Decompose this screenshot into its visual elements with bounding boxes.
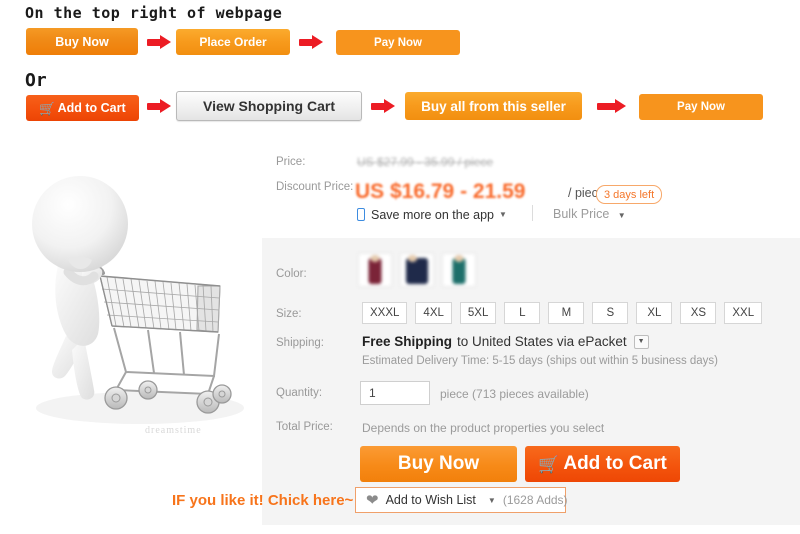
wish-list-count: (1628 Adds) — [502, 493, 568, 507]
quantity-value: 1 — [369, 386, 376, 400]
or-separator-label: Or — [25, 70, 47, 91]
arrow-icon-1 — [147, 35, 171, 49]
wish-list-label: Add to Wish List — [385, 493, 476, 507]
quantity-availability-note: piece (713 pieces available) — [440, 387, 589, 401]
flow-buy-now-button[interactable]: Buy Now — [26, 28, 138, 55]
divider — [532, 205, 533, 221]
size-option[interactable]: XXXL — [362, 302, 408, 324]
chevron-down-icon: ▼ — [487, 495, 496, 505]
shipping-dropdown-icon[interactable]: ▼ — [633, 334, 649, 349]
color-label: Color: — [276, 268, 307, 280]
color-swatch[interactable] — [400, 253, 434, 287]
flow-pay-now-label-top: Pay Now — [374, 36, 422, 49]
shipping-destination: to United States via ePacket — [457, 334, 627, 349]
flow-add-to-cart-button[interactable]: 🛒 Add to Cart — [26, 95, 139, 121]
flow-view-cart-label: View Shopping Cart — [203, 98, 335, 114]
product-image — [32, 176, 244, 424]
shipping-method-row: Free Shipping to United States via ePack… — [362, 334, 649, 349]
top-instruction-heading: On the top right of webpage — [25, 4, 283, 22]
size-label: Size: — [276, 308, 302, 320]
discount-price-label: Discount Price: — [276, 181, 354, 193]
shipping-eta: Estimated Delivery Time: 5-15 days (ship… — [362, 355, 719, 367]
size-option[interactable]: S — [592, 302, 629, 324]
flow-pay-now-button-bottom[interactable]: Pay Now — [639, 94, 763, 120]
original-price: US $27.99 - 35.99 / piece — [357, 155, 494, 169]
add-to-cart-label: Add to Cart — [563, 453, 667, 474]
discount-price-value: US $16.79 - 21.59 — [355, 180, 526, 203]
size-option[interactable]: L — [504, 302, 541, 324]
arrow-icon-3 — [147, 99, 171, 113]
flow-buy-all-label: Buy all from this seller — [421, 98, 566, 114]
color-swatch[interactable] — [358, 253, 392, 287]
cart-icon: 🛒 — [538, 454, 560, 474]
add-to-wish-list-button[interactable]: ❤ Add to Wish List ▼ (1628 Adds) — [355, 487, 568, 513]
wishlist-hint-text: IF you like it! Chick here~ — [172, 492, 354, 509]
color-swatch-list — [358, 253, 476, 287]
price-label: Price: — [276, 156, 306, 168]
quantity-input[interactable]: 1 — [360, 381, 430, 405]
flow-place-order-button[interactable]: Place Order — [176, 29, 290, 55]
heart-icon: ❤ — [366, 491, 379, 509]
buy-now-button[interactable]: Buy Now — [360, 446, 517, 482]
add-to-cart-button[interactable]: 🛒 Add to Cart — [525, 446, 680, 482]
color-swatch[interactable] — [442, 253, 476, 287]
image-watermark: dreamstime — [145, 425, 202, 436]
total-price-note: Depends on the product properties you se… — [362, 421, 605, 435]
arrow-icon-4 — [371, 99, 395, 113]
free-shipping-text: Free Shipping — [362, 334, 453, 349]
bulk-price-label: Bulk Price — [553, 207, 610, 221]
size-option[interactable]: XXL — [724, 302, 763, 324]
size-option[interactable]: XS — [680, 302, 717, 324]
shipping-label: Shipping: — [276, 337, 324, 349]
arrow-icon-2 — [299, 35, 323, 49]
size-option[interactable]: 5XL — [459, 302, 497, 324]
days-left-badge: 3 days left — [596, 185, 663, 204]
app-promo-label: Save more on the app — [371, 207, 494, 222]
size-option[interactable]: M — [548, 302, 585, 324]
quantity-label: Quantity: — [276, 387, 323, 399]
app-promo-row[interactable]: Save more on the app ▼ — [357, 206, 507, 223]
bulk-price-toggle[interactable]: Bulk Price ▼ — [553, 207, 626, 221]
cart-icon: 🛒 — [39, 100, 56, 116]
flow-buy-now-label: Buy Now — [55, 34, 109, 49]
chevron-down-icon: ▼ — [617, 211, 626, 220]
chevron-down-icon: ▼ — [499, 210, 507, 219]
flow-place-order-label: Place Order — [199, 35, 267, 49]
buy-now-label: Buy Now — [397, 453, 480, 474]
phone-icon — [357, 208, 365, 221]
flow-pay-now-button-top[interactable]: Pay Now — [336, 30, 460, 55]
flow-add-to-cart-label: Add to Cart — [57, 101, 126, 115]
page-root: On the top right of webpage Or Buy Now P… — [0, 0, 800, 534]
size-option[interactable]: XL — [636, 302, 673, 324]
flow-pay-now-label-bottom: Pay Now — [677, 101, 725, 113]
arrow-icon-5 — [597, 99, 627, 113]
flow-view-shopping-cart-button[interactable]: View Shopping Cart — [176, 91, 362, 121]
flow-buy-all-from-seller-button[interactable]: Buy all from this seller — [405, 92, 582, 120]
total-price-label: Total Price: — [276, 421, 333, 433]
size-option[interactable]: 4XL — [415, 302, 452, 324]
size-option-list: XXXL 4XL 5XL L M S XL XS XXL — [362, 302, 763, 324]
